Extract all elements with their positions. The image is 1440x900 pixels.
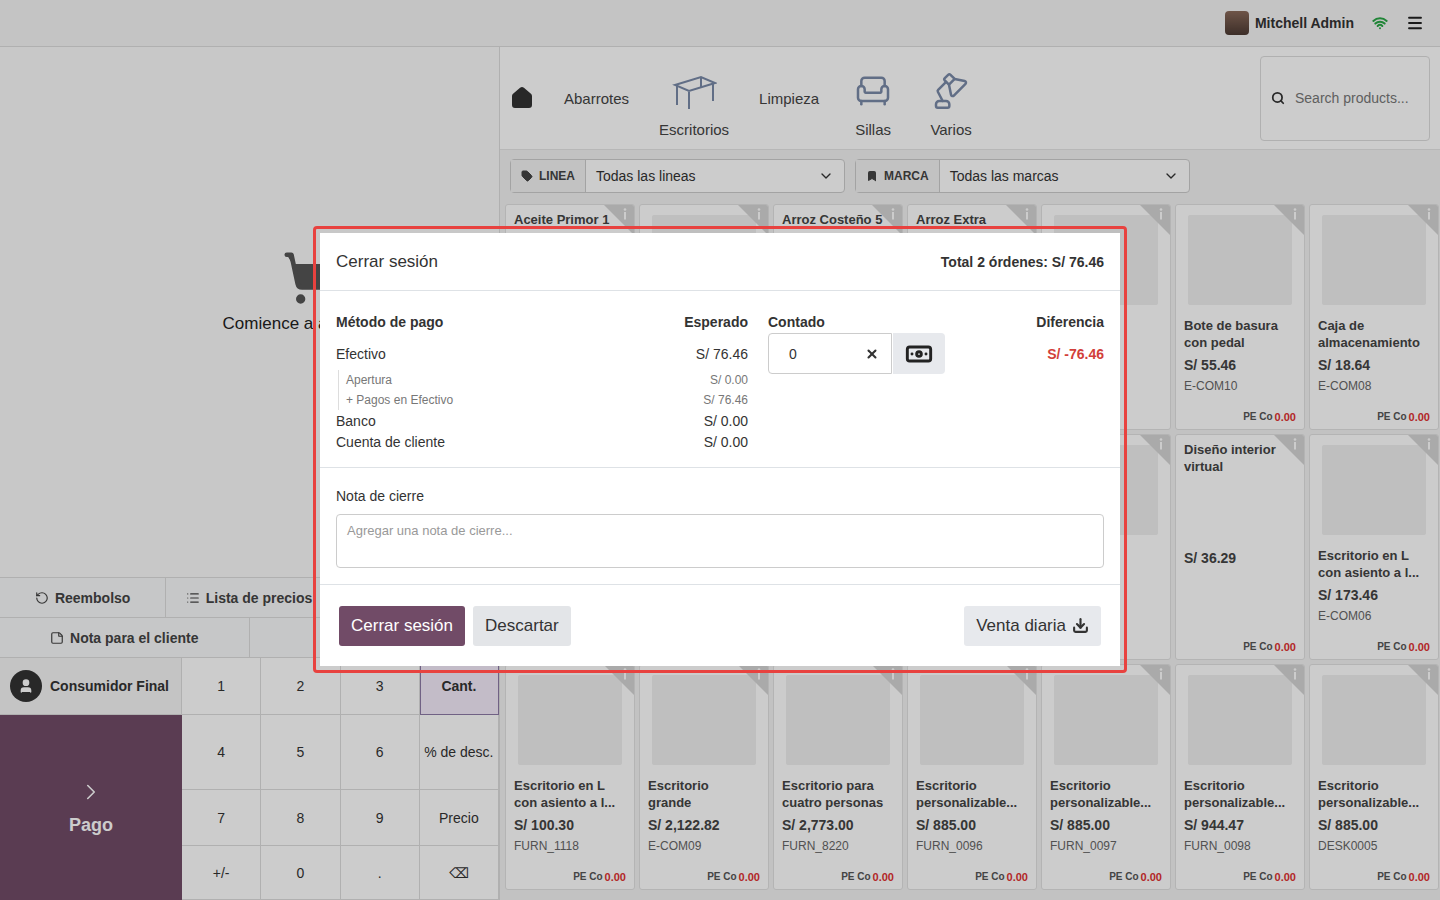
close-session-dialog: Cerrar sesión Total 2 órdenes: S/ 76.46 Mé… bbox=[320, 233, 1120, 666]
counted-field: 0 bbox=[768, 333, 945, 374]
note-label: Nota de cierre bbox=[336, 488, 1104, 504]
banknote-icon bbox=[905, 340, 933, 368]
note-textarea[interactable]: Agregar una nota de cierre... bbox=[336, 514, 1104, 568]
method-cell: EfectivoS/ 76.46 bbox=[336, 343, 748, 364]
detail-row: AperturaS/ 0.00+ Pagos en EfectivoS/ 76.… bbox=[336, 364, 1104, 410]
dialog-title: Cerrar sesión bbox=[336, 252, 438, 272]
closing-note: Nota de cierre Agregar una nota de cierre… bbox=[320, 468, 1120, 585]
payment-row: BancoS/ 0.00 bbox=[336, 410, 1104, 431]
dialog-footer: Cerrar sesiónDescartar Venta diaria bbox=[320, 585, 1120, 666]
payment-row: EfectivoS/ 76.46 0 S/ -76.46 bbox=[336, 333, 1104, 374]
clear-icon[interactable] bbox=[865, 347, 879, 361]
difference: S/ -76.46 bbox=[965, 346, 1104, 362]
cash-detail: AperturaS/ 0.00 bbox=[346, 370, 748, 390]
highlight-frame: Cerrar sesión Total 2 órdenes: S/ 76.46 Mé… bbox=[313, 226, 1127, 673]
method-cell: Cuenta de clienteS/ 0.00 bbox=[336, 431, 748, 452]
payment-table: Método de pagoEsperadoContadoDiferenciaE… bbox=[320, 291, 1120, 468]
dialog-button[interactable]: Venta diaria bbox=[964, 606, 1101, 646]
dialog-button[interactable]: Descartar bbox=[473, 606, 571, 646]
dialog-header: Cerrar sesión Total 2 órdenes: S/ 76.46 bbox=[320, 233, 1120, 291]
dialog-total: Total 2 órdenes: S/ 76.46 bbox=[941, 254, 1104, 270]
dialog-button[interactable]: Cerrar sesión bbox=[339, 606, 465, 646]
download-icon bbox=[1072, 617, 1089, 634]
counted-input[interactable]: 0 bbox=[768, 333, 892, 374]
cash-detail: + Pagos en EfectivoS/ 76.46 bbox=[346, 390, 748, 410]
payment-row: Cuenta de clienteS/ 0.00 bbox=[336, 431, 1104, 452]
money-details-button[interactable] bbox=[893, 333, 945, 374]
method-cell: BancoS/ 0.00 bbox=[336, 410, 748, 431]
cash-details: AperturaS/ 0.00+ Pagos en EfectivoS/ 76.… bbox=[338, 370, 748, 410]
table-header: Método de pagoEsperadoContadoDiferencia bbox=[336, 311, 1104, 332]
